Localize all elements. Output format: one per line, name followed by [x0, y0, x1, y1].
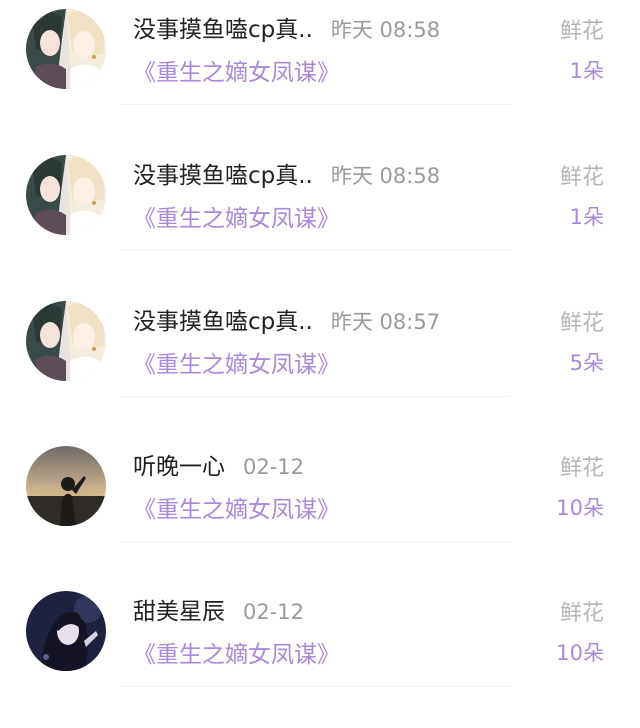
gift-type-label: 鲜花 [559, 456, 604, 481]
book-title[interactable]: 《重生之嫡女凤谋》 [133, 53, 340, 87]
timestamp: 昨天 08:58 [330, 164, 441, 188]
list-item[interactable]: 没事摸鱼嗑cp真.. 昨天 08:58 《重生之嫡女凤谋》 鲜花 1朵 [0, 0, 640, 146]
divider [120, 396, 510, 397]
list-item[interactable]: 听晚一心 02-12 《重生之嫡女凤谋》 鲜花 10朵 [0, 437, 640, 583]
divider [120, 104, 510, 105]
name-line: 听晚一心 02-12 [133, 447, 305, 481]
name-line: 没事摸鱼嗑cp真.. 昨天 08:58 [133, 156, 441, 190]
timestamp: 02-12 [243, 600, 305, 624]
gift-count: 10朵 [556, 496, 604, 520]
timestamp: 昨天 08:57 [330, 310, 441, 334]
user-name[interactable]: 没事摸鱼嗑cp真.. [133, 302, 313, 336]
user-name[interactable]: 甜美星辰 [133, 592, 225, 626]
user-name[interactable]: 没事摸鱼嗑cp真.. [133, 156, 313, 190]
book-title[interactable]: 《重生之嫡女凤谋》 [133, 199, 340, 233]
flower-gift-list: 没事摸鱼嗑cp真.. 昨天 08:58 《重生之嫡女凤谋》 鲜花 1朵 没事摸鱼… [0, 0, 640, 725]
timestamp: 02-12 [243, 455, 305, 479]
gift-type-label: 鲜花 [559, 311, 604, 336]
timestamp: 昨天 08:58 [330, 18, 441, 42]
name-line: 甜美星辰 02-12 [133, 592, 305, 626]
gift-type-label: 鲜花 [559, 601, 604, 626]
gift-count: 1朵 [569, 59, 604, 83]
list-item[interactable]: 没事摸鱼嗑cp真.. 昨天 08:57 《重生之嫡女凤谋》 鲜花 5朵 [0, 292, 640, 438]
divider [120, 250, 510, 251]
gift-count: 10朵 [556, 641, 604, 665]
avatar[interactable] [26, 591, 106, 671]
gift-type-label: 鲜花 [559, 19, 604, 44]
user-name[interactable]: 听晚一心 [133, 447, 225, 481]
book-title[interactable]: 《重生之嫡女凤谋》 [133, 635, 340, 669]
divider [120, 541, 510, 542]
gift-count: 5朵 [569, 351, 604, 375]
gift-type-label: 鲜花 [559, 165, 604, 190]
list-item[interactable]: 甜美星辰 02-12 《重生之嫡女凤谋》 鲜花 10朵 [0, 582, 640, 728]
list-item[interactable]: 没事摸鱼嗑cp真.. 昨天 08:58 《重生之嫡女凤谋》 鲜花 1朵 [0, 146, 640, 292]
avatar[interactable] [26, 9, 106, 89]
gift-count: 1朵 [569, 205, 604, 229]
name-line: 没事摸鱼嗑cp真.. 昨天 08:57 [133, 302, 441, 336]
name-line: 没事摸鱼嗑cp真.. 昨天 08:58 [133, 10, 441, 44]
divider [120, 686, 510, 687]
user-name[interactable]: 没事摸鱼嗑cp真.. [133, 10, 313, 44]
avatar[interactable] [26, 301, 106, 381]
book-title[interactable]: 《重生之嫡女凤谋》 [133, 345, 340, 379]
book-title[interactable]: 《重生之嫡女凤谋》 [133, 490, 340, 524]
avatar[interactable] [26, 155, 106, 235]
avatar[interactable] [26, 446, 106, 526]
